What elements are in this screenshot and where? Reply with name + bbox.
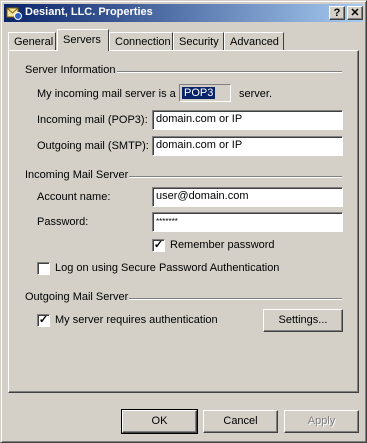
incoming-server-label: Incoming mail (POP3): bbox=[37, 114, 148, 126]
close-button[interactable]: ✕ bbox=[347, 6, 363, 20]
outgoing-server-heading: Outgoing Mail Server bbox=[25, 291, 129, 303]
properties-dialog: Desiant, LLC. Properties ? ✕ General Ser… bbox=[0, 0, 367, 443]
incoming-server-type-value: POP3 bbox=[182, 87, 216, 99]
mail-account-icon bbox=[6, 7, 22, 20]
spa-checkbox[interactable] bbox=[37, 262, 50, 275]
remember-password-label[interactable]: Remember password bbox=[170, 239, 275, 251]
tab-servers[interactable]: Servers bbox=[57, 29, 109, 51]
tab-connection[interactable]: Connection bbox=[109, 32, 173, 50]
incoming-type-suffix: server. bbox=[239, 88, 273, 100]
incoming-server-heading: Incoming Mail Server bbox=[25, 169, 129, 181]
server-info-divider bbox=[117, 71, 342, 73]
apply-button[interactable]: Apply bbox=[284, 410, 359, 433]
ok-button[interactable]: OK bbox=[121, 409, 198, 434]
incoming-server-divider bbox=[129, 176, 342, 178]
incoming-server-field[interactable]: domain.com or IP bbox=[152, 110, 343, 130]
outgoing-server-divider bbox=[129, 298, 342, 300]
incoming-type-prefix: My incoming mail server is a bbox=[37, 88, 176, 100]
window-title: Desiant, LLC. Properties bbox=[25, 6, 153, 18]
account-name-label: Account name: bbox=[37, 191, 111, 203]
server-info-heading: Server Information bbox=[25, 64, 116, 76]
help-button[interactable]: ? bbox=[329, 6, 345, 20]
tab-general[interactable]: General bbox=[8, 32, 56, 50]
tab-security[interactable]: Security bbox=[173, 32, 224, 50]
tab-advanced[interactable]: Advanced bbox=[224, 32, 284, 50]
title-bar[interactable]: Desiant, LLC. Properties ? ✕ bbox=[4, 4, 363, 22]
remember-password-checkbox[interactable]: ✓ bbox=[152, 239, 165, 252]
password-label: Password: bbox=[37, 216, 89, 228]
password-field[interactable]: ******* bbox=[152, 212, 343, 232]
account-name-field[interactable]: user@domain.com bbox=[152, 187, 343, 207]
settings-button[interactable]: Settings... bbox=[263, 309, 343, 332]
requires-auth-checkbox[interactable]: ✓ bbox=[37, 314, 50, 327]
outgoing-server-field[interactable]: domain.com or IP bbox=[152, 136, 343, 156]
outgoing-server-label: Outgoing mail (SMTP): bbox=[37, 140, 149, 152]
cancel-button[interactable]: Cancel bbox=[203, 410, 278, 433]
spa-label[interactable]: Log on using Secure Password Authenticat… bbox=[55, 262, 279, 274]
incoming-server-type: POP3 bbox=[179, 84, 231, 102]
requires-auth-label[interactable]: My server requires authentication bbox=[55, 314, 218, 326]
